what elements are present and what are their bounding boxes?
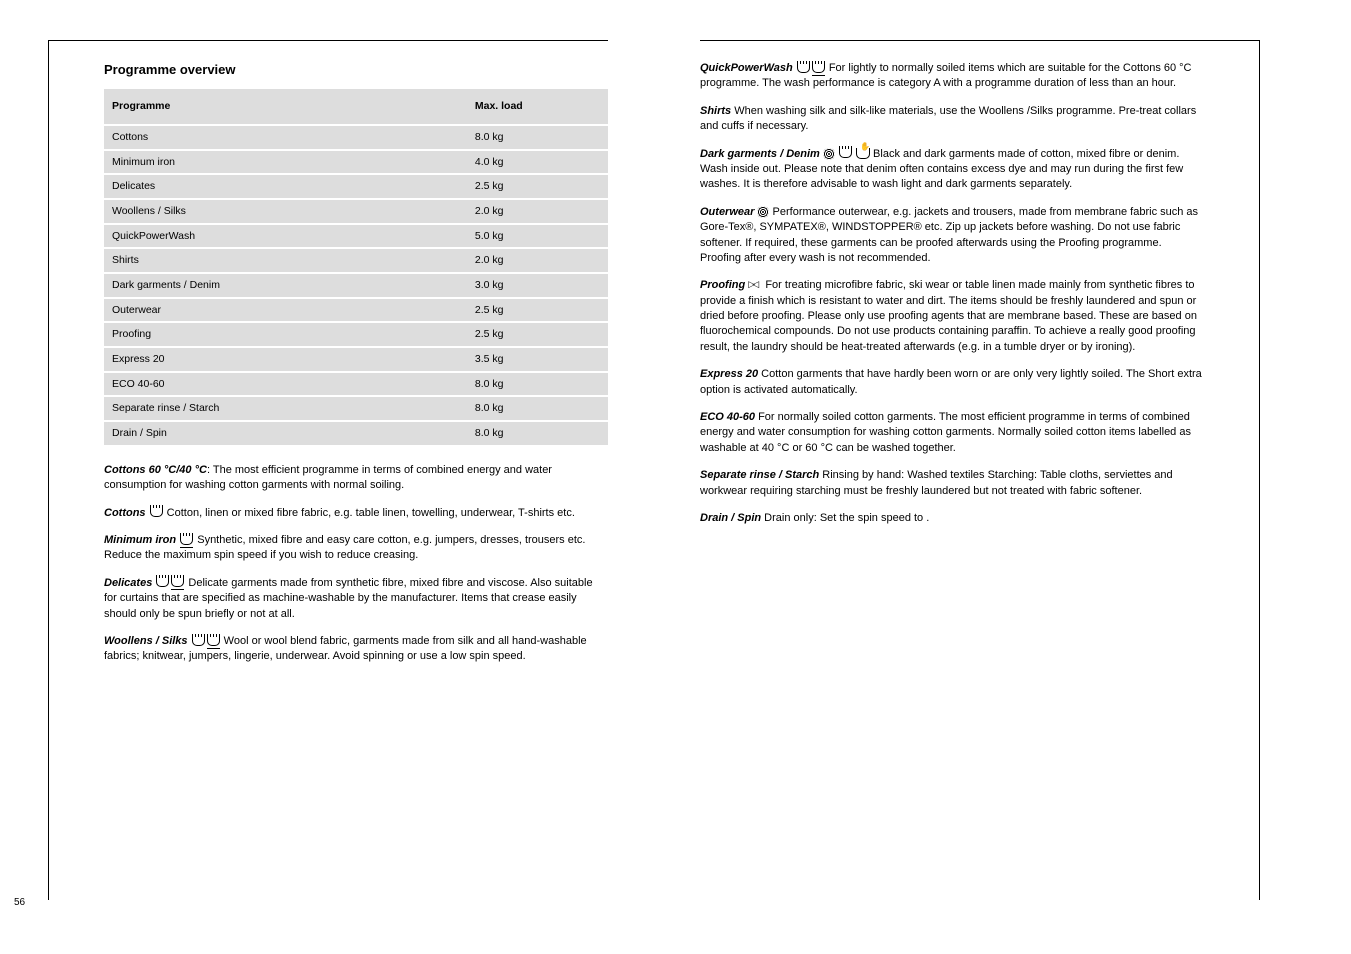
program-block: Cottons 60 °C/40 °C: The most efficient …	[104, 463, 608, 494]
table-cell-maxload: 2.0 kg	[467, 200, 608, 223]
program-description: For normally soiled cotton garments. The…	[700, 411, 1191, 454]
program-block: Proofing For treating microfibre fabric,…	[700, 278, 1204, 355]
table-cell-maxload: 3.5 kg	[467, 348, 608, 371]
table-cell-programme: Drain / Spin	[104, 422, 467, 445]
handwash-icon	[856, 148, 870, 159]
program-description: Performance outerwear, e.g. jackets and …	[700, 206, 1198, 264]
table-cell-maxload: 3.0 kg	[467, 274, 608, 297]
table-cell-programme: Woollens / Silks	[104, 200, 467, 223]
program-block: Woollens / Silks Wool or wool blend fabr…	[104, 634, 608, 665]
wash-tub-icon	[150, 508, 163, 517]
table-cell-programme: Minimum iron	[104, 151, 467, 174]
programme-table: Programme Max. load Cottons8.0 kgMinimum…	[104, 87, 608, 447]
program-block: Express 20 Cotton garments that have har…	[700, 367, 1204, 398]
wash-tub-underline-icon	[171, 578, 184, 587]
program-title: Cottons	[104, 507, 149, 519]
table-row: Express 203.5 kg	[104, 348, 608, 371]
wash-tub-icon	[839, 149, 852, 158]
program-title: Express 20	[700, 368, 758, 380]
program-title: Minimum iron	[104, 534, 179, 546]
table-cell-programme: Shirts	[104, 249, 467, 272]
program-block: ECO 40-60 For normally soiled cotton gar…	[700, 410, 1204, 456]
table-title: Programme overview	[104, 61, 608, 79]
table-cell-maxload: 4.0 kg	[467, 151, 608, 174]
wool-icon	[823, 148, 835, 160]
table-cell-programme: Outerwear	[104, 299, 467, 322]
wash-tub-icon	[156, 578, 169, 587]
program-title: Cottons 60 °C/40 °C	[104, 464, 207, 476]
table-cell-maxload: 2.0 kg	[467, 249, 608, 272]
table-row: Cottons8.0 kg	[104, 126, 608, 149]
program-title: Drain / Spin	[700, 512, 761, 524]
table-header-maxload: Max. load	[467, 89, 608, 124]
table-header-programme: Programme	[104, 89, 467, 124]
program-block: Delicates Delicate garments made from sy…	[104, 576, 608, 622]
page-right: QuickPowerWash For lightly to normally s…	[700, 40, 1260, 900]
table-cell-programme: Cottons	[104, 126, 467, 149]
table-cell-programme: Separate rinse / Starch	[104, 397, 467, 420]
table-cell-programme: Dark garments / Denim	[104, 274, 467, 297]
program-block: Cottons Cotton, linen or mixed fibre fab…	[104, 506, 608, 521]
table-row: Delicates2.5 kg	[104, 175, 608, 198]
wool-icon	[757, 206, 769, 218]
program-block: Minimum iron Synthetic, mixed fibre and …	[104, 533, 608, 564]
table-cell-maxload: 8.0 kg	[467, 397, 608, 420]
wash-tub-underline-icon	[812, 64, 825, 73]
table-cell-programme: ECO 40-60	[104, 373, 467, 396]
wash-tub-underline-icon	[207, 637, 220, 646]
table-row: Proofing2.5 kg	[104, 323, 608, 346]
table-cell-maxload: 2.5 kg	[467, 299, 608, 322]
program-block: Outerwear Performance outerwear, e.g. ja…	[700, 205, 1204, 267]
program-title: Outerwear	[700, 206, 757, 218]
program-block: Separate rinse / Starch Rinsing by hand:…	[700, 468, 1204, 499]
program-description: Drain only: Set the spin speed to .	[761, 512, 929, 524]
proofing-icon	[748, 280, 762, 290]
table-row: QuickPowerWash5.0 kg	[104, 225, 608, 248]
program-title: Dark garments / Denim	[700, 148, 823, 160]
program-title: Shirts	[700, 105, 731, 117]
table-row: Woollens / Silks 2.0 kg	[104, 200, 608, 223]
table-cell-programme: Proofing	[104, 323, 467, 346]
table-cell-maxload: 2.5 kg	[467, 323, 608, 346]
program-block: Shirts When washing silk and silk-like m…	[700, 104, 1204, 135]
program-title: Delicates	[104, 577, 155, 589]
page-left: Programme overview Programme Max. load C…	[48, 40, 608, 900]
program-description: When washing silk and silk-like material…	[700, 105, 1196, 132]
page-number: 56	[14, 896, 25, 910]
program-block: Drain / Spin Drain only: Set the spin sp…	[700, 511, 1204, 526]
table-row: ECO 40-608.0 kg	[104, 373, 608, 396]
program-block: Dark garments / Denim Black and dark gar…	[700, 147, 1204, 193]
table-cell-maxload: 8.0 kg	[467, 422, 608, 445]
program-title: Separate rinse / Starch	[700, 469, 819, 481]
program-description: Cotton garments that have hardly been wo…	[700, 368, 1202, 395]
table-row: Drain / Spin8.0 kg	[104, 422, 608, 445]
table-cell-maxload: 5.0 kg	[467, 225, 608, 248]
table-cell-programme: QuickPowerWash	[104, 225, 467, 248]
table-cell-programme: Express 20	[104, 348, 467, 371]
table-row: Separate rinse / Starch8.0 kg	[104, 397, 608, 420]
program-block: QuickPowerWash For lightly to normally s…	[700, 61, 1204, 92]
wash-tub-underline-icon	[180, 536, 193, 545]
wash-tub-icon	[797, 64, 810, 73]
program-description: Cotton, linen or mixed fibre fabric, e.g…	[164, 507, 575, 519]
table-cell-programme: Delicates	[104, 175, 467, 198]
program-title: Woollens / Silks	[104, 635, 191, 647]
table-cell-maxload: 8.0 kg	[467, 126, 608, 149]
program-title: ECO 40-60	[700, 411, 755, 423]
table-row: Minimum iron4.0 kg	[104, 151, 608, 174]
table-cell-maxload: 8.0 kg	[467, 373, 608, 396]
program-title: Proofing	[700, 279, 748, 291]
program-title: QuickPowerWash	[700, 62, 796, 74]
table-row: Outerwear2.5 kg	[104, 299, 608, 322]
table-row: Shirts2.0 kg	[104, 249, 608, 272]
table-row: Dark garments / Denim3.0 kg	[104, 274, 608, 297]
wash-tub-icon	[192, 637, 205, 646]
program-description: For treating microfibre fabric, ski wear…	[700, 279, 1197, 353]
table-cell-maxload: 2.5 kg	[467, 175, 608, 198]
